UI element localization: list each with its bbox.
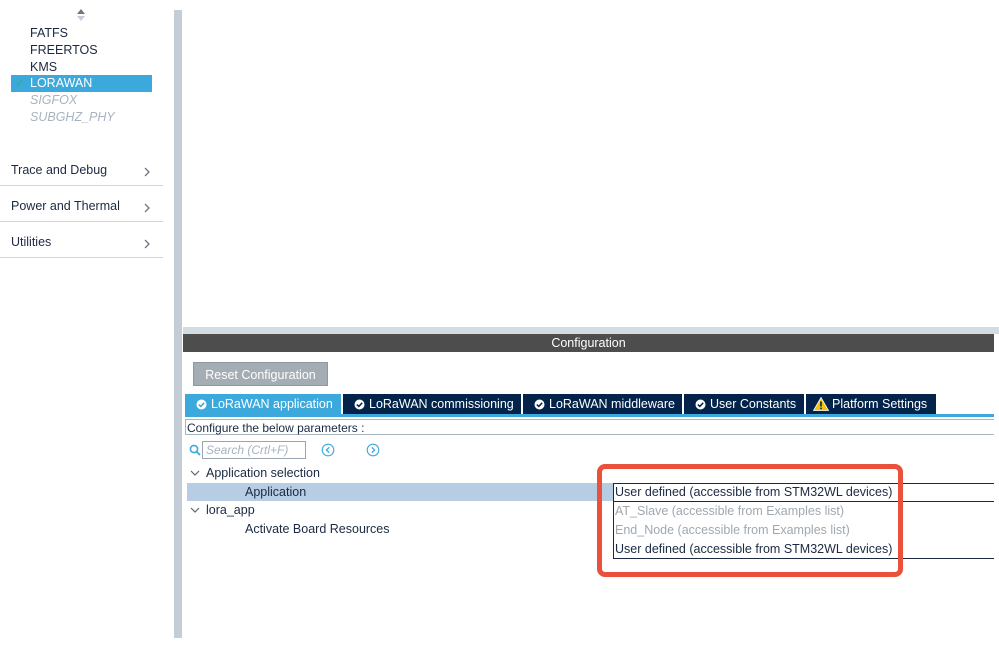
tab-platform-settings[interactable]: Platform Settings bbox=[806, 394, 936, 414]
warning-icon bbox=[813, 397, 829, 411]
check-circle-icon bbox=[534, 399, 545, 410]
chevron-right-icon bbox=[144, 239, 150, 249]
search-input[interactable] bbox=[202, 441, 306, 459]
configuration-header: Configuration bbox=[183, 334, 994, 352]
middleware-item-kms[interactable]: KMS bbox=[11, 59, 152, 76]
middleware-item-fatfs[interactable]: FATFS bbox=[11, 25, 152, 42]
left-sidebar: FATFS FREERTOS KMS ✓ LORAWAN SIGFOX SUBG… bbox=[0, 0, 165, 667]
chevron-down-icon bbox=[190, 507, 200, 513]
chevron-right-icon bbox=[144, 167, 150, 177]
middleware-item-lorawan[interactable]: ✓ LORAWAN bbox=[11, 75, 152, 92]
check-circle-icon bbox=[354, 399, 365, 410]
category-label: Utilities bbox=[11, 235, 52, 249]
search-next-icon[interactable] bbox=[366, 443, 380, 457]
middleware-item-sigfox: SIGFOX bbox=[11, 92, 152, 109]
check-circle-icon bbox=[695, 399, 706, 410]
tree-group-lora-app[interactable]: lora_app bbox=[190, 501, 590, 519]
middleware-item-label: FATFS bbox=[30, 26, 68, 40]
tab-user-constants[interactable]: User Constants bbox=[684, 394, 804, 414]
middleware-item-label: FREERTOS bbox=[30, 43, 98, 57]
reset-configuration-button[interactable]: Reset Configuration bbox=[193, 362, 328, 386]
tab-label: User Constants bbox=[710, 397, 797, 411]
mode-panel bbox=[183, 10, 999, 328]
annotation-highlight-box bbox=[597, 464, 903, 577]
chevron-right-icon bbox=[144, 203, 150, 213]
middleware-item-label: SIGFOX bbox=[30, 93, 78, 107]
search-icon bbox=[189, 444, 201, 456]
tree-group-label: Application selection bbox=[206, 466, 320, 480]
tab-underline bbox=[185, 414, 994, 417]
tab-label: LoRaWAN commissioning bbox=[369, 397, 514, 411]
tree-group-label: lora_app bbox=[206, 503, 255, 517]
category-power-and-thermal[interactable]: Power and Thermal bbox=[0, 186, 163, 222]
search-previous-icon[interactable] bbox=[321, 443, 335, 457]
middleware-item-freertos[interactable]: FREERTOS bbox=[11, 42, 152, 59]
panel-splitter[interactable] bbox=[183, 327, 999, 334]
category-label: Power and Thermal bbox=[11, 199, 120, 213]
middleware-item-label: KMS bbox=[30, 60, 58, 74]
tab-lorawan-middleware[interactable]: LoRaWAN middleware bbox=[523, 394, 682, 414]
tab-label: LoRaWAN middleware bbox=[549, 397, 675, 411]
tab-lorawan-application[interactable]: LoRaWAN application bbox=[185, 394, 341, 414]
category-label: Trace and Debug bbox=[11, 163, 108, 177]
check-icon: ✓ bbox=[15, 76, 26, 90]
category-utilities[interactable]: Utilities bbox=[0, 222, 163, 258]
check-circle-icon bbox=[196, 399, 207, 410]
tab-label: LoRaWAN application bbox=[211, 397, 333, 411]
sidebar-scrollbar[interactable] bbox=[174, 10, 182, 638]
param-label-activate-board-resources: Activate Board Resources bbox=[245, 522, 390, 536]
chevron-down-icon bbox=[190, 470, 200, 476]
scroll-up-icon[interactable] bbox=[76, 9, 86, 21]
middleware-item-subghz-phy: SUBGHZ_PHY bbox=[11, 109, 152, 126]
tab-label: Platform Settings bbox=[832, 397, 928, 411]
category-trace-and-debug[interactable]: Trace and Debug bbox=[0, 150, 163, 186]
middleware-item-label: LORAWAN bbox=[30, 76, 93, 90]
tree-group-application-selection[interactable]: Application selection bbox=[190, 464, 590, 482]
middleware-item-label: SUBGHZ_PHY bbox=[30, 110, 115, 124]
tab-lorawan-commissioning[interactable]: LoRaWAN commissioning bbox=[343, 394, 521, 414]
configure-hint: Configure the below parameters : bbox=[185, 419, 994, 435]
param-label-application: Application bbox=[245, 485, 307, 499]
